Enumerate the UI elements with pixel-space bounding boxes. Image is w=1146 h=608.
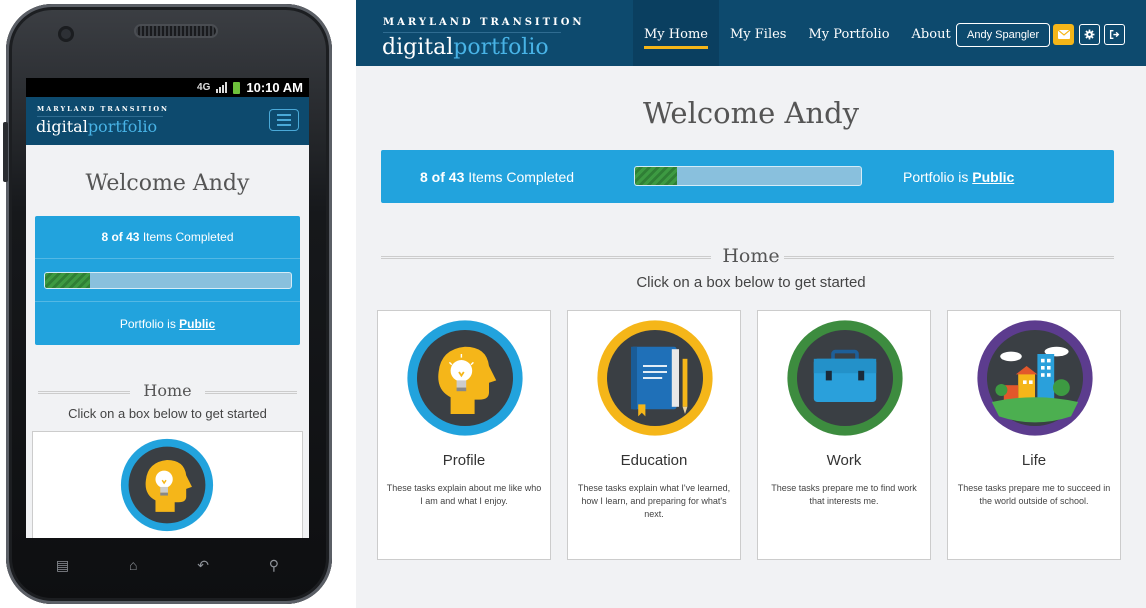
logo-tagline: MARYLAND TRANSITION <box>37 105 169 113</box>
profile-card[interactable]: Profile These tasks explain about me lik… <box>377 310 551 560</box>
mobile-navbar: MARYLAND TRANSITION digitalportfolio <box>26 97 309 145</box>
card-title: Life <box>1021 452 1047 469</box>
progress-panel: 8 of 43 Items Completed Portfolio is Pub… <box>381 150 1114 203</box>
items-completed-count: 8 of 43 <box>420 168 465 185</box>
nav-my-home[interactable]: My Home <box>633 0 719 66</box>
menu-toggle-button[interactable] <box>269 109 299 131</box>
back-key-icon[interactable]: ↶ <box>197 557 209 574</box>
logo-tagline: MARYLAND TRANSITION <box>383 17 585 28</box>
items-completed-label: Items Completed <box>464 168 575 185</box>
nav-my-portfolio[interactable]: My Portfolio <box>797 0 900 66</box>
card-description: These tasks prepare me to find work that… <box>771 483 917 506</box>
book-pencil-icon <box>597 320 713 436</box>
phone-status-bar: 4G 10:10 AM <box>26 78 309 97</box>
logout-button[interactable] <box>1104 24 1125 45</box>
nav-my-files[interactable]: My Files <box>719 0 798 66</box>
head-lightbulb-icon <box>120 438 214 532</box>
section-subtitle: Click on a box below to get started <box>636 274 866 291</box>
card-description: These tasks prepare me to succeed in the… <box>957 483 1111 506</box>
section-heading: Home <box>26 381 309 400</box>
menu-key-icon[interactable]: ▤ <box>56 557 69 574</box>
phone-speaker <box>134 24 218 38</box>
phone-screen: 4G 10:10 AM MARYLAND TRANSITION digitalp… <box>26 78 309 538</box>
sign-out-icon <box>1109 29 1120 40</box>
category-cards: Profile These tasks explain about me lik… <box>377 310 1121 560</box>
card-title: Work <box>826 452 862 469</box>
phone-hardware-keys: ▤ ⌂ ↶ ⚲ <box>26 548 309 582</box>
gear-icon <box>1084 29 1095 40</box>
section-heading: Home <box>356 245 1146 267</box>
progress-bar <box>634 166 862 186</box>
nav-about[interactable]: About <box>901 0 962 66</box>
portfolio-status-label: Portfolio is <box>119 316 180 331</box>
battery-icon <box>233 81 241 94</box>
user-name-button[interactable]: Andy Spangler <box>956 23 1051 47</box>
desktop-view: MARYLAND TRANSITION digitalportfolio My … <box>356 0 1146 608</box>
city-houses-icon <box>977 320 1093 436</box>
logo-divider <box>383 32 561 33</box>
progress-bar <box>43 271 292 289</box>
main-menu: My Home My Files My Portfolio About <box>633 0 962 66</box>
status-time: 10:10 AM <box>246 80 303 95</box>
items-completed-row: 8 of 43 Items Completed <box>35 216 300 259</box>
logo[interactable]: digitalportfolio <box>382 35 549 60</box>
briefcase-icon <box>787 320 903 436</box>
progress-fill <box>635 167 678 185</box>
section-subtitle: Click on a box below to get started <box>68 406 267 421</box>
envelope-icon <box>1057 30 1070 39</box>
phone-camera <box>58 26 74 42</box>
search-key-icon[interactable]: ⚲ <box>269 557 279 574</box>
head-lightbulb-icon <box>407 320 523 436</box>
items-completed: 8 of 43 Items Completed <box>420 169 574 185</box>
network-indicator: 4G <box>197 82 211 93</box>
welcome-heading: Welcome Andy <box>85 171 250 196</box>
card-description: These tasks explain about me like who I … <box>386 483 542 506</box>
progress-panel: 8 of 43 Items Completed Portfolio is Pub… <box>35 216 300 345</box>
items-completed-count: 8 of 43 <box>101 230 140 244</box>
phone-side-button <box>3 122 8 182</box>
portfolio-status-label: Portfolio is <box>903 168 973 185</box>
desktop-navbar: MARYLAND TRANSITION digitalportfolio My … <box>356 0 1146 66</box>
work-card[interactable]: Work These tasks prepare me to find work… <box>757 310 931 560</box>
portfolio-status: Portfolio is Public <box>903 169 1014 185</box>
progress-fill <box>44 272 91 288</box>
card-title: Profile <box>442 452 486 469</box>
progress-row <box>35 259 300 302</box>
portfolio-status-link[interactable]: Public <box>179 317 215 331</box>
card-description: These tasks explain what I've learned, h… <box>577 483 731 519</box>
education-card[interactable]: Education These tasks explain what I've … <box>567 310 741 560</box>
signal-icon <box>216 82 228 93</box>
logo[interactable]: digitalportfolio <box>36 117 157 136</box>
items-completed-label: Items Completed <box>139 230 234 244</box>
welcome-heading: Welcome Andy <box>642 96 860 130</box>
portfolio-status-row: Portfolio is Public <box>35 302 300 345</box>
life-card[interactable]: Life These tasks prepare me to succeed i… <box>947 310 1121 560</box>
card-title: Education <box>620 452 688 469</box>
messages-button[interactable] <box>1053 24 1074 45</box>
home-key-icon[interactable]: ⌂ <box>129 557 137 573</box>
portfolio-status-link[interactable]: Public <box>972 169 1014 185</box>
profile-card[interactable] <box>32 431 303 538</box>
settings-button[interactable] <box>1079 24 1100 45</box>
